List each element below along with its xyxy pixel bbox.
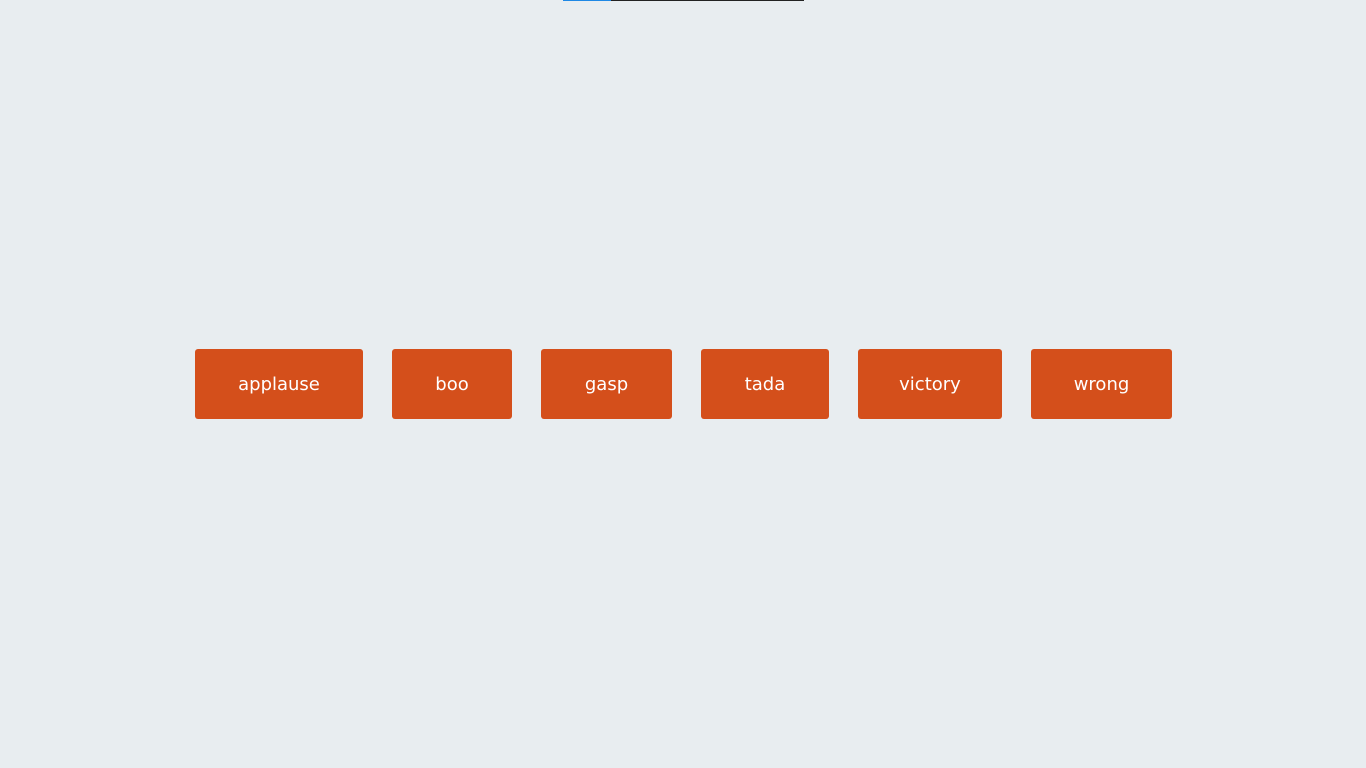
progress-bar-fill xyxy=(563,0,612,1)
progress-bar xyxy=(563,0,804,1)
gasp-button[interactable]: gasp xyxy=(541,349,672,419)
wrong-button[interactable]: wrong xyxy=(1031,349,1172,419)
tada-button[interactable]: tada xyxy=(701,349,829,419)
victory-button[interactable]: victory xyxy=(858,349,1002,419)
boo-button[interactable]: boo xyxy=(392,349,512,419)
sound-buttons-row: applause boo gasp tada victory wrong xyxy=(195,349,1172,419)
applause-button[interactable]: applause xyxy=(195,349,363,419)
